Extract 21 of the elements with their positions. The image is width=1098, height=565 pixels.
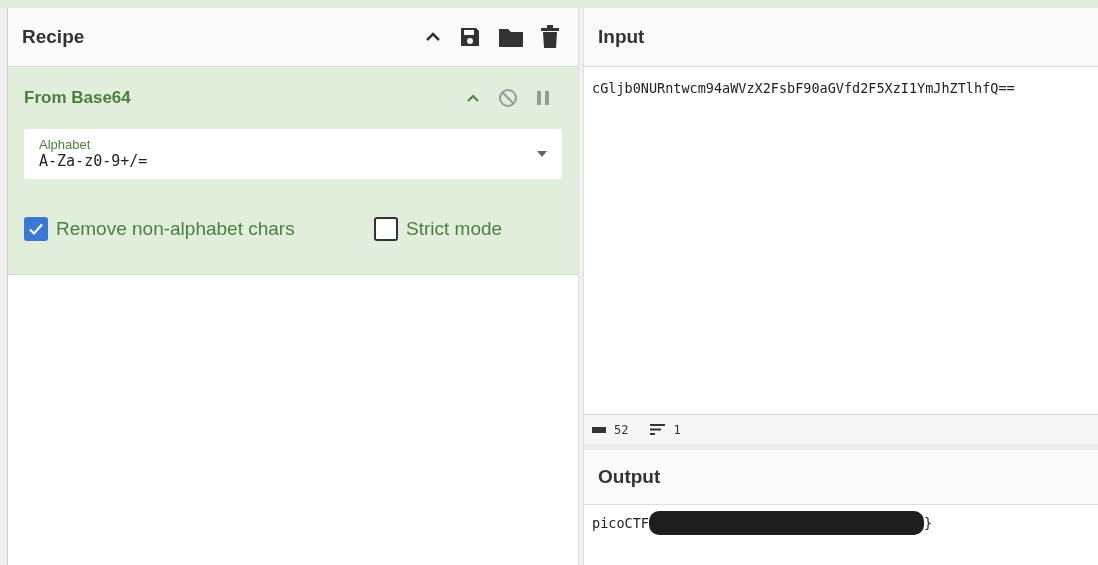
panel-title: Output — [598, 464, 661, 489]
output-text: picoCTF — [592, 513, 649, 533]
alphabet-dropdown[interactable]: Alphabet A-Za-z0-9+/= — [24, 128, 562, 179]
output-text: } — [923, 513, 933, 533]
caret-icon — [537, 150, 547, 157]
checkbox[interactable] — [24, 216, 48, 241]
input-text[interactable]: cGljb0NURntwcm94aWVzX2FsbF90aGVfd2F5XzI1YmJhZTlhfQ== — [592, 80, 1015, 96]
panel-title: Recipe — [22, 24, 86, 49]
length-count: 52 — [614, 421, 629, 439]
line-count: 1 — [673, 421, 681, 439]
option-label: Remove non-alphabet chars — [56, 216, 295, 241]
trash-icon[interactable] — [540, 25, 560, 49]
lines-icon — [650, 424, 666, 435]
save-icon[interactable] — [458, 25, 482, 49]
option-label: Strict mode — [406, 216, 503, 241]
folder-icon[interactable] — [498, 26, 524, 48]
operation-title: From Base64 — [24, 87, 132, 109]
panel-title: Input — [598, 24, 645, 49]
field-label: Alphabet — [39, 136, 92, 152]
checkbox[interactable] — [374, 216, 398, 241]
field-value: A-Za-z0-9+/= — [39, 151, 149, 171]
